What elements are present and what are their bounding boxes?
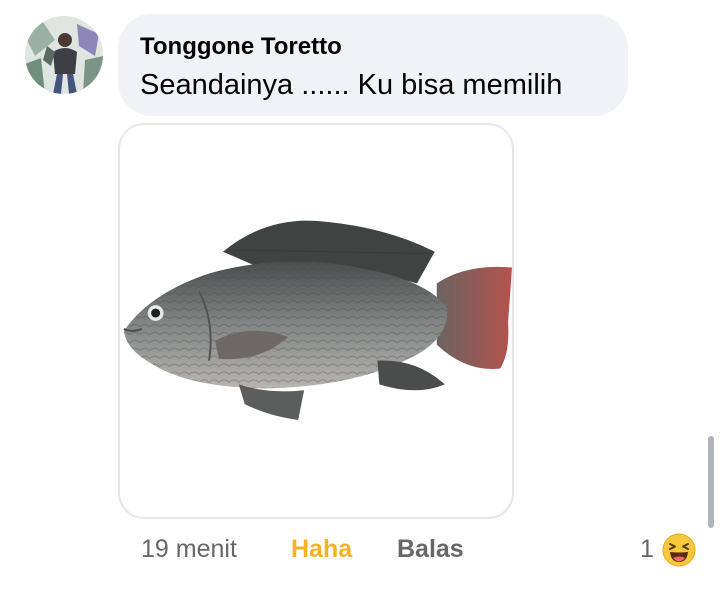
profile-photo-icon — [25, 16, 103, 94]
author-avatar[interactable] — [25, 16, 103, 94]
reply-button[interactable]: Balas — [397, 531, 464, 567]
tilapia-fish-photo-icon — [123, 220, 512, 420]
scrollbar[interactable] — [708, 436, 714, 528]
comment-text: Seandainya ...... Ku bisa memilih — [140, 69, 563, 101]
haha-reaction-button[interactable]: Haha — [291, 531, 352, 567]
laughing-emoji-icon — [662, 533, 696, 567]
comment-author[interactable]: Tonggone Toretto — [140, 32, 628, 62]
comment-timestamp[interactable]: 19 menit — [141, 531, 237, 567]
reaction-count: 1 — [640, 535, 654, 563]
comment-bubble: Tonggone Toretto Seandainya ...... Ku bi… — [118, 14, 628, 116]
comment-image[interactable] — [118, 123, 514, 519]
